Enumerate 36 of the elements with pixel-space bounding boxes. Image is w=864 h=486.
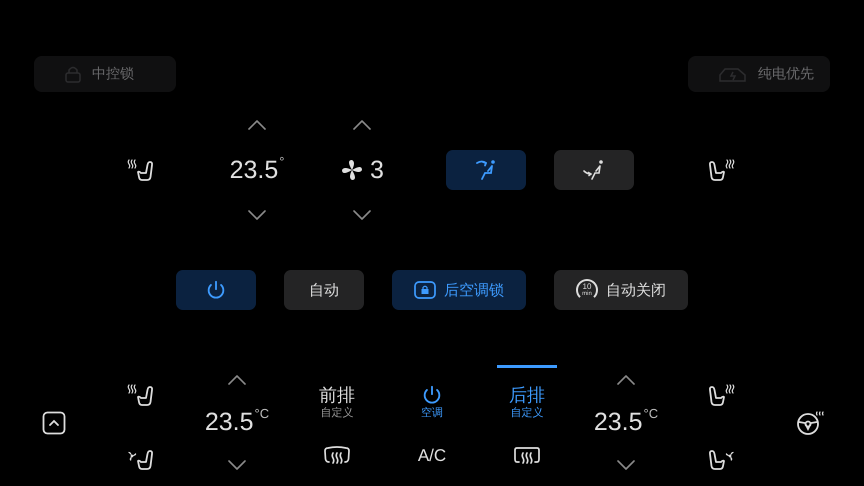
chevron-down-button[interactable] <box>228 460 246 470</box>
zone-tab[interactable]: 前排 自定义 <box>307 365 367 420</box>
expand-button[interactable] <box>42 410 66 434</box>
ac-power-button[interactable]: 空调 <box>402 365 462 420</box>
airflow-button[interactable] <box>554 150 634 190</box>
control-button[interactable]: 后空调锁 <box>392 270 526 310</box>
chevron-down-button[interactable] <box>617 460 635 470</box>
chevron-up-button[interactable] <box>353 120 371 130</box>
chevron-down-button[interactable] <box>248 210 266 220</box>
lock-icon <box>414 281 436 299</box>
seat-heat-button[interactable] <box>126 157 154 183</box>
fan-speed: 3 <box>370 158 384 182</box>
power-icon <box>205 279 227 301</box>
airflow-feet-icon <box>582 159 606 181</box>
zone-tab[interactable]: 后排 自定义 <box>497 365 557 420</box>
power-button[interactable] <box>176 270 256 310</box>
front-temperature: 23.5° <box>230 158 284 182</box>
front-defrost-button[interactable] <box>323 445 351 467</box>
fan-icon <box>340 158 364 182</box>
chevron-up-button[interactable] <box>228 375 246 385</box>
seat-heat-button[interactable] <box>126 382 154 408</box>
rear-defrost-button[interactable] <box>513 445 541 467</box>
seat-heat-button[interactable] <box>708 382 736 408</box>
airflow-face-icon <box>474 159 498 181</box>
ac-button[interactable]: A/C <box>418 446 446 466</box>
chevron-up-button[interactable] <box>248 120 266 130</box>
steering-heat-button[interactable] <box>796 410 824 436</box>
airflow-button[interactable] <box>446 150 526 190</box>
chevron-down-button[interactable] <box>353 210 371 220</box>
chevron-up-button[interactable] <box>617 375 635 385</box>
shortcut-card[interactable]: 纯电优先 <box>688 56 830 92</box>
control-button[interactable]: 自动 <box>284 270 364 310</box>
lock-icon <box>64 65 82 83</box>
seat-heat-button[interactable] <box>708 157 736 183</box>
shortcut-card[interactable]: 中控锁 <box>34 56 176 92</box>
power-icon <box>421 384 443 406</box>
